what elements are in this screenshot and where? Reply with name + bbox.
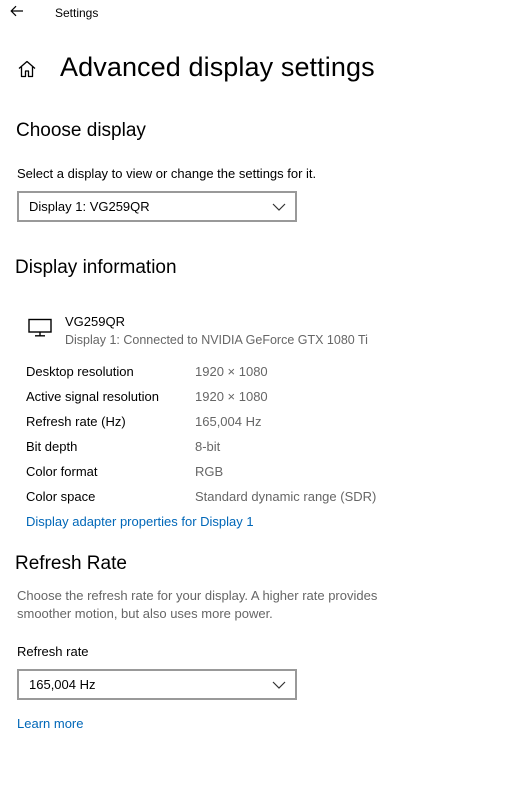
app-title: Settings: [55, 6, 99, 20]
back-arrow-icon: [10, 5, 23, 17]
info-row-refresh-rate: Refresh rate (Hz) 165,004 Hz: [26, 412, 506, 437]
chevron-down-icon: [272, 203, 286, 211]
refresh-rate-dropdown[interactable]: 165,004 Hz: [17, 669, 297, 700]
refresh-rate-value: 165,004 Hz: [29, 677, 96, 692]
page-header: Advanced display settings: [0, 48, 525, 92]
info-value: Standard dynamic range (SDR): [195, 489, 377, 504]
back-button[interactable]: [6, 2, 28, 22]
info-row-desktop-resolution: Desktop resolution 1920 × 1080: [26, 362, 506, 387]
info-value: 1920 × 1080: [195, 389, 268, 404]
display-information-heading: Display information: [15, 257, 177, 278]
info-label: Refresh rate (Hz): [26, 414, 126, 429]
choose-display-description: Select a display to view or change the s…: [17, 166, 317, 181]
display-adapter-properties-link[interactable]: Display adapter properties for Display 1: [26, 514, 254, 529]
info-value: 1920 × 1080: [195, 364, 268, 379]
chevron-down-icon: [272, 681, 286, 689]
display-select-dropdown[interactable]: Display 1: VG259QR: [17, 191, 297, 222]
info-row-color-space: Color space Standard dynamic range (SDR): [26, 487, 506, 512]
info-row-color-format: Color format RGB: [26, 462, 506, 487]
info-value: RGB: [195, 464, 224, 479]
refresh-rate-field-label: Refresh rate: [17, 644, 89, 659]
monitor-icon: [28, 318, 52, 337]
info-label: Active signal resolution: [26, 389, 159, 404]
home-icon[interactable]: [17, 59, 37, 79]
display-info-table: Desktop resolution 1920 × 1080 Active si…: [26, 362, 506, 512]
display-select-value: Display 1: VG259QR: [29, 199, 150, 214]
info-row-active-signal-resolution: Active signal resolution 1920 × 1080: [26, 387, 506, 412]
info-row-bit-depth: Bit depth 8-bit: [26, 437, 506, 462]
info-value: 8-bit: [195, 439, 221, 454]
info-label: Color format: [26, 464, 98, 479]
monitor-name: VG259QR: [65, 314, 125, 329]
title-bar: Settings: [0, 0, 525, 26]
info-value: 165,004 Hz: [195, 414, 262, 429]
choose-display-heading: Choose display: [16, 120, 146, 141]
refresh-rate-heading: Refresh Rate: [15, 553, 127, 574]
monitor-connection-info: Display 1: Connected to NVIDIA GeForce G…: [65, 333, 368, 347]
refresh-rate-description: Choose the refresh rate for your display…: [17, 588, 378, 621]
page-title: Advanced display settings: [60, 52, 375, 82]
info-label: Bit depth: [26, 439, 78, 454]
learn-more-link[interactable]: Learn more: [17, 716, 83, 731]
info-label: Desktop resolution: [26, 364, 134, 379]
info-label: Color space: [26, 489, 96, 504]
